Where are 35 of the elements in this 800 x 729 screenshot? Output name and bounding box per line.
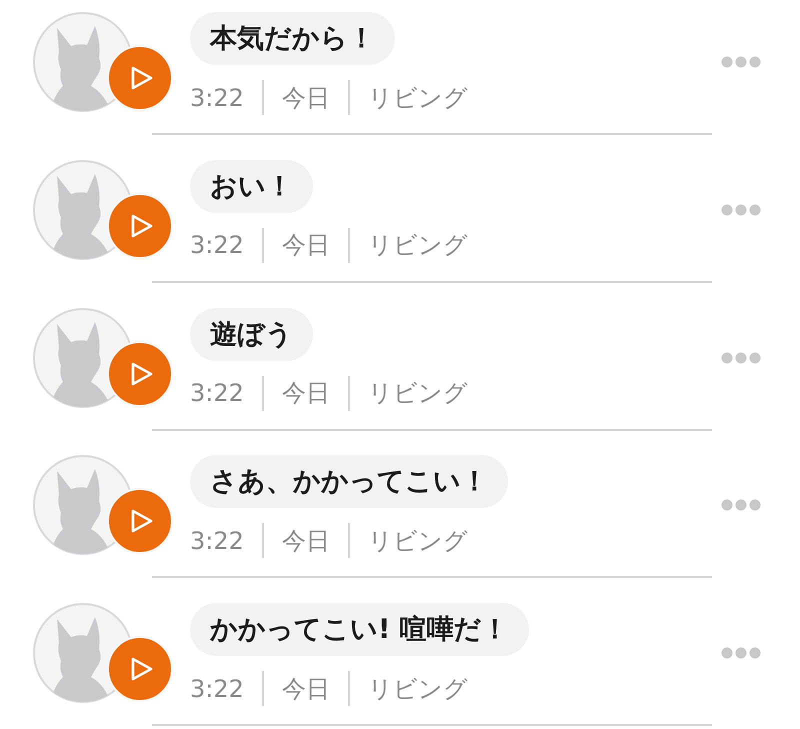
- duration-text: 3:22: [190, 381, 244, 405]
- more-button[interactable]: [720, 497, 762, 514]
- duration-text: 3:22: [190, 233, 244, 258]
- more-icon: [721, 647, 761, 659]
- duration-text: 3:22: [190, 528, 244, 553]
- date-text: 今日: [282, 86, 330, 110]
- location-text: リビング: [368, 233, 468, 258]
- message-bubble: 遊ぼう: [190, 308, 313, 360]
- more-icon: [721, 56, 761, 68]
- play-icon: [131, 657, 153, 681]
- message-bubble: さあ、かかってこい！: [190, 455, 508, 508]
- duration-text: 3:22: [190, 86, 244, 110]
- play-icon: [131, 509, 153, 534]
- message-bubble: かかってこい! 喧嘩だ！: [190, 603, 529, 656]
- more-icon: [721, 352, 761, 364]
- date-text: 今日: [282, 528, 330, 553]
- message-bubble: おい！: [190, 160, 313, 213]
- more-button[interactable]: [720, 350, 762, 366]
- location-text: リビング: [368, 86, 468, 110]
- more-button[interactable]: [720, 54, 762, 70]
- date-text: 今日: [282, 233, 330, 258]
- location-text: リビング: [368, 528, 468, 553]
- more-icon: [721, 204, 761, 216]
- date-text: 今日: [282, 381, 330, 405]
- location-text: リビング: [368, 381, 468, 405]
- duration-text: 3:22: [190, 676, 244, 700]
- more-button[interactable]: [720, 645, 762, 661]
- message-bubble: 本気だから！: [190, 12, 395, 65]
- date-text: 今日: [282, 676, 330, 700]
- location-text: リビング: [368, 676, 468, 700]
- more-button[interactable]: [720, 202, 762, 218]
- more-icon: [721, 499, 761, 512]
- play-icon: [131, 66, 153, 90]
- play-icon: [131, 214, 153, 238]
- play-icon: [131, 362, 153, 386]
